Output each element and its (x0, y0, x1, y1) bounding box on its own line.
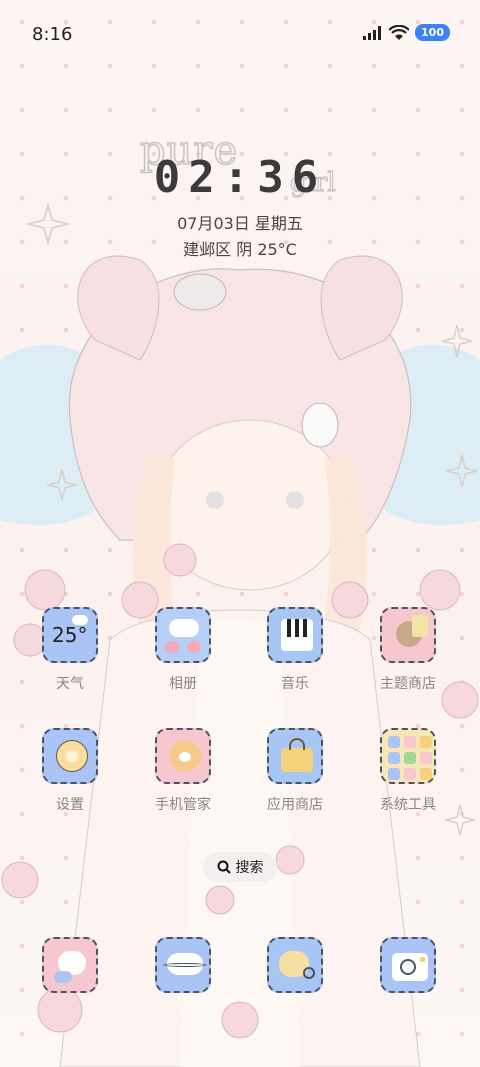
app-music[interactable]: 音乐 (240, 607, 350, 693)
music-app-icon (267, 607, 323, 663)
app-label: 设置 (56, 797, 84, 813)
search-label: 搜索 (235, 860, 264, 876)
cellular-signal-icon (363, 25, 382, 40)
folder-system-tools[interactable]: 系统工具 (353, 728, 463, 814)
browser-icon (267, 937, 323, 993)
theme-store-app-icon (380, 607, 436, 663)
app-store-app-icon (267, 728, 323, 784)
app-label: 音乐 (281, 676, 309, 692)
app-settings[interactable]: 设置 (15, 728, 125, 814)
folder-icon (380, 728, 436, 784)
app-label: 天气 (56, 676, 84, 692)
gallery-app-icon (155, 607, 211, 663)
app-app-store[interactable]: 应用商店 (240, 728, 350, 814)
app-weather[interactable]: 25° 天气 (15, 607, 125, 693)
app-gallery[interactable]: 相册 (128, 607, 238, 693)
settings-app-icon (42, 728, 98, 784)
status-time: 8:16 (32, 24, 73, 45)
search-icon (217, 860, 231, 874)
date-text[interactable]: 07月03日 星期五 (0, 210, 480, 234)
messages-icon (155, 937, 211, 993)
dock-messages[interactable] (128, 937, 238, 993)
search-button[interactable]: 搜索 (203, 852, 277, 882)
app-label: 应用商店 (267, 797, 323, 813)
dock-browser[interactable] (240, 937, 350, 993)
app-theme-store[interactable]: 主题商店 (353, 607, 463, 693)
lock-clock[interactable]: 02:36 (0, 152, 480, 203)
weather-app-icon: 25° (42, 607, 98, 663)
app-label: 手机管家 (155, 797, 211, 813)
app-phone-manager[interactable]: 手机管家 (128, 728, 238, 814)
phone-icon (42, 937, 98, 993)
dock-camera[interactable] (353, 937, 463, 993)
app-label: 系统工具 (380, 797, 436, 813)
status-bar: 8:16 100 (0, 0, 480, 66)
weather-temp-text: 25° (52, 623, 88, 647)
app-label: 主题商店 (380, 676, 436, 692)
dock-phone[interactable] (15, 937, 125, 993)
app-label: 相册 (169, 676, 197, 692)
wifi-icon (389, 24, 410, 40)
battery-indicator: 100 (415, 24, 450, 41)
phone-manager-app-icon (155, 728, 211, 784)
weather-summary[interactable]: 建邺区 阴 25°C (0, 236, 480, 260)
camera-icon (380, 937, 436, 993)
